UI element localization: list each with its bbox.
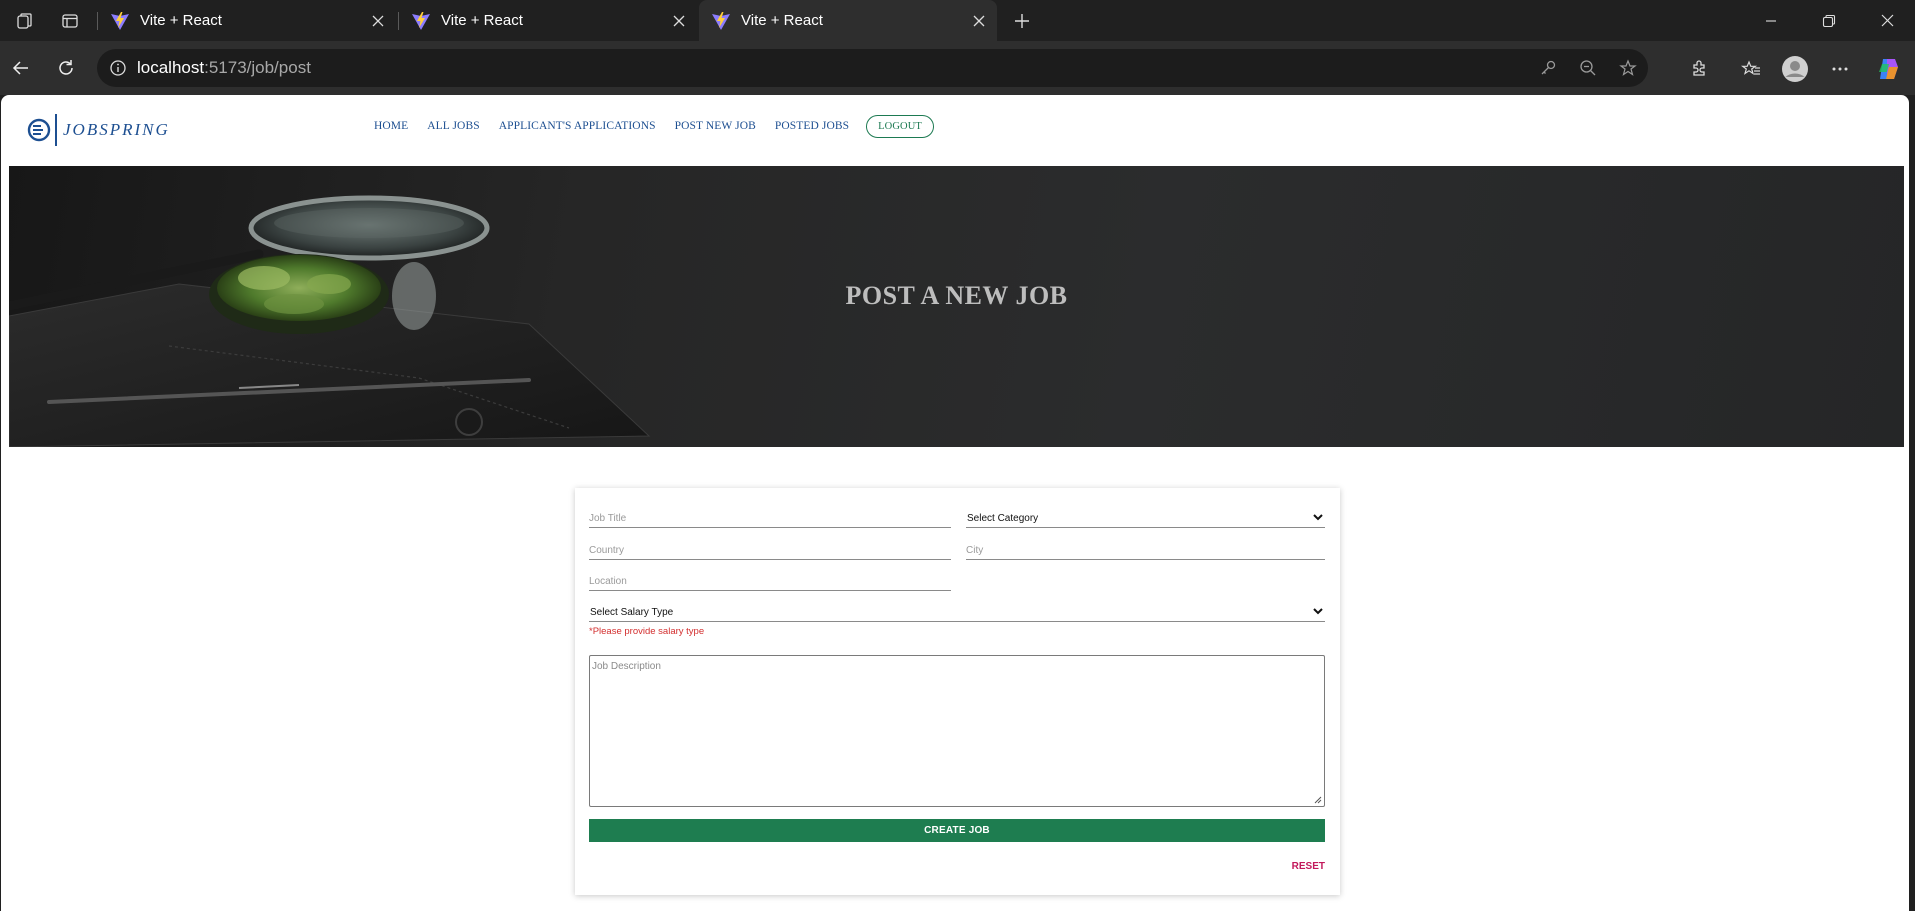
create-job-button[interactable]: CREATE JOB [589,819,1325,842]
close-tab-icon[interactable] [667,9,691,33]
key-icon[interactable] [1528,49,1568,87]
salary-type-error: *Please provide salary type [589,626,705,637]
tab-title: Vite + React [140,12,222,29]
url-text: localhost:5173/job/post [137,58,1528,78]
site-info-icon[interactable] [107,57,129,79]
close-tab-icon[interactable] [366,9,390,33]
favorites-icon[interactable] [1735,53,1767,85]
nav-posted-jobs[interactable]: POSTED JOBS [775,120,849,132]
close-tab-icon[interactable] [967,9,991,33]
minimize-icon[interactable] [1743,0,1799,41]
new-tab-icon[interactable] [1008,7,1036,35]
logo-divider [55,114,57,146]
salary-type-select-value: Select Salary Type [590,607,674,618]
url-host: localhost [137,58,205,77]
main-nav: HOME ALL JOBS APPLICANT'S APPLICATIONS P… [374,113,953,139]
chevron-down-icon [1311,604,1325,618]
back-icon[interactable] [6,53,36,83]
country-input[interactable] [589,536,951,559]
nav-home[interactable]: HOME [374,120,408,132]
browser-tab-active[interactable]: Vite + React [699,0,997,41]
city-input[interactable] [966,536,1325,559]
workspaces-icon[interactable] [12,8,38,34]
browser-toolbar: localhost:5173/job/post [0,41,1915,95]
vertical-tabs-icon[interactable] [57,8,83,34]
reset-button[interactable]: RESET [1292,861,1325,872]
vite-favicon-icon [412,11,430,30]
site-header: JOBSPRING HOME ALL JOBS APPLICANT'S APPL… [1,95,1909,165]
close-window-icon[interactable] [1859,0,1915,41]
location-input[interactable] [589,567,951,590]
browser-tab[interactable]: Vite + React [399,0,697,41]
resize-grip-icon[interactable] [1313,795,1322,804]
restore-icon[interactable] [1801,0,1857,41]
page-content: JOBSPRING HOME ALL JOBS APPLICANT'S APPL… [1,95,1909,911]
site-logo[interactable]: JOBSPRING [27,113,170,147]
country-field[interactable] [589,536,951,560]
logout-button[interactable]: LOGOUT [866,114,934,138]
category-select[interactable]: Select Category [966,504,1325,528]
favorite-star-icon[interactable] [1608,49,1648,87]
tab-title: Vite + React [441,12,523,29]
page-title: POST A NEW JOB [845,281,1068,310]
profile-avatar-icon[interactable] [1779,53,1811,85]
salary-type-select[interactable]: Select Salary Type [589,598,1325,622]
vite-favicon-icon [712,11,730,30]
location-field[interactable] [589,567,951,591]
extensions-icon[interactable] [1683,53,1715,85]
job-title-field[interactable] [589,504,951,528]
post-job-form: Select Category Select Salary Type *Plea… [575,488,1340,895]
job-description-input[interactable] [590,656,1324,806]
hero-banner: POST A NEW JOB [9,166,1904,447]
chevron-down-icon [1311,510,1325,524]
more-options-icon[interactable] [1824,53,1856,85]
copilot-icon[interactable] [1873,53,1905,85]
url-path: :5173/job/post [204,58,311,77]
address-bar[interactable]: localhost:5173/job/post [97,49,1648,87]
nav-applicants-applications[interactable]: APPLICANT'S APPLICATIONS [499,120,656,132]
nav-post-new-job[interactable]: POST NEW JOB [675,120,756,132]
jobspring-logo-icon [27,118,51,142]
browser-tab[interactable]: Vite + React [98,0,396,41]
refresh-icon[interactable] [51,53,81,83]
job-title-input[interactable] [589,504,951,527]
job-description-field[interactable] [589,655,1325,807]
city-field[interactable] [966,536,1325,560]
browser-tab-bar: Vite + React Vite + React Vite + React [0,0,1915,41]
nav-all-jobs[interactable]: ALL JOBS [427,120,479,132]
logo-text: JOBSPRING [63,120,170,139]
zoom-out-icon[interactable] [1568,49,1608,87]
vite-favicon-icon [111,11,129,30]
category-select-value: Select Category [967,513,1039,524]
tab-title: Vite + React [741,12,823,29]
